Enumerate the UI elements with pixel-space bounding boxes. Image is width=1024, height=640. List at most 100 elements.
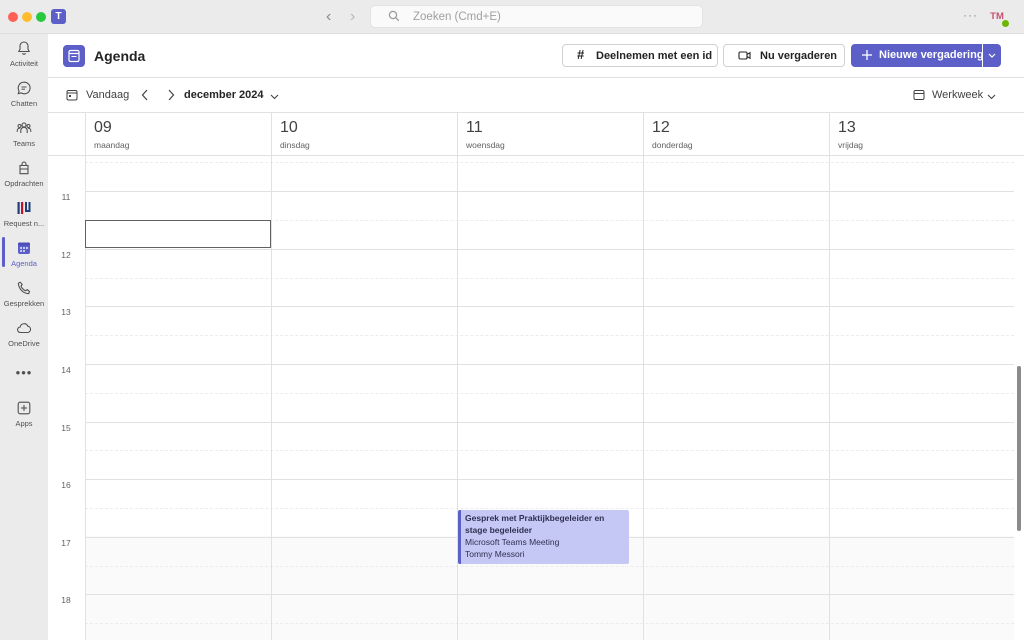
day-name: woensdag xyxy=(466,140,505,150)
hour-label: 17 xyxy=(61,538,71,548)
zoom-window-button[interactable] xyxy=(36,12,46,22)
bell-icon xyxy=(17,41,31,55)
rail-label: Request n... xyxy=(3,219,45,228)
close-window-button[interactable] xyxy=(8,12,18,22)
rail-item-onedrive[interactable]: OneDrive xyxy=(0,320,48,348)
teams-icon xyxy=(16,122,32,133)
hour-label: 11 xyxy=(61,192,71,202)
day-name: maandag xyxy=(94,140,130,150)
day-header-friday[interactable]: 13 vrijdag xyxy=(829,113,1014,156)
week-view-icon xyxy=(913,90,925,100)
rail-label: Gesprekken xyxy=(3,299,45,308)
hour-label: 16 xyxy=(61,480,71,490)
hour-line xyxy=(85,249,1014,250)
rail-item-gesprekken[interactable]: Gesprekken xyxy=(0,280,48,308)
rail-label: Apps xyxy=(15,419,33,428)
day-column-divider xyxy=(829,156,830,640)
hour-line xyxy=(85,191,1014,192)
calendar-app-icon xyxy=(63,45,85,67)
forward-arrow-icon[interactable]: › xyxy=(350,8,355,26)
new-meeting-dropdown-button[interactable] xyxy=(983,44,1001,67)
calendar-icon xyxy=(18,242,30,254)
add-apps-icon xyxy=(17,401,31,415)
meet-now-button[interactable]: Nu vergaderen xyxy=(723,44,845,67)
day-header-monday[interactable]: 09 maandag xyxy=(85,113,271,156)
half-hour-line xyxy=(85,450,1014,451)
half-hour-line xyxy=(85,566,1014,567)
day-column-divider xyxy=(643,156,644,640)
day-number: 13 xyxy=(838,119,856,136)
new-meeting-label: Nieuwe vergadering xyxy=(879,49,984,61)
previous-week-icon[interactable] xyxy=(141,89,149,101)
half-hour-line xyxy=(85,393,1014,394)
hour-line xyxy=(85,422,1014,423)
hour-label: 13 xyxy=(61,307,71,317)
selected-time-slot[interactable] xyxy=(85,220,271,248)
rail-item-agenda[interactable]: Agenda xyxy=(0,240,48,268)
half-hour-line xyxy=(85,278,1014,279)
view-switcher[interactable]: Werkweek xyxy=(913,86,1003,106)
rail-label: Agenda xyxy=(11,259,37,268)
search-input[interactable]: Zoeken (Cmd+E) xyxy=(370,5,703,28)
calendar-pane: Agenda # Deelnemen met een id Nu vergade… xyxy=(48,34,1024,640)
event-location: Microsoft Teams Meeting xyxy=(465,537,560,547)
day-number: 09 xyxy=(94,119,112,136)
hu-app-icon xyxy=(17,202,31,214)
page-title: Agenda xyxy=(94,48,146,64)
cloud-icon xyxy=(17,323,32,334)
app-rail: Activiteit Chatten Teams Opdrachten Requ… xyxy=(0,34,48,640)
teams-logo-icon: T xyxy=(51,9,66,24)
chevron-down-icon xyxy=(987,94,996,100)
hour-line xyxy=(85,306,1014,307)
day-column-divider xyxy=(457,156,458,640)
today-label: Vandaag xyxy=(86,89,130,101)
video-camera-icon xyxy=(738,51,751,60)
hour-label: 12 xyxy=(61,250,71,260)
more-apps-button[interactable]: ••• xyxy=(0,364,48,382)
next-week-icon[interactable] xyxy=(167,89,175,101)
chat-icon xyxy=(17,81,31,95)
join-with-id-button[interactable]: # Deelnemen met een id xyxy=(562,44,718,67)
new-meeting-button[interactable]: Nieuwe vergadering xyxy=(851,44,984,67)
rail-label: OneDrive xyxy=(8,339,40,348)
day-header-wednesday[interactable]: 11 woensdag xyxy=(457,113,643,156)
day-column-divider xyxy=(271,156,272,640)
half-hour-line xyxy=(85,623,1014,624)
search-placeholder: Zoeken (Cmd+E) xyxy=(413,11,501,23)
rail-item-teams[interactable]: Teams xyxy=(0,120,48,148)
more-options-icon[interactable]: ··· xyxy=(963,8,978,22)
minimize-window-button[interactable] xyxy=(22,12,32,22)
rail-item-apps[interactable]: Apps xyxy=(0,400,48,428)
rail-label: Opdrachten xyxy=(4,179,44,188)
more-dots-icon: ••• xyxy=(15,365,33,380)
scrollbar-thumb[interactable] xyxy=(1017,366,1021,531)
month-picker[interactable]: december 2024 xyxy=(184,86,284,106)
day-header-thursday[interactable]: 12 donderdag xyxy=(643,113,829,156)
day-header-tuesday[interactable]: 10 dinsdag xyxy=(271,113,457,156)
day-name: donderdag xyxy=(652,140,693,150)
phone-icon xyxy=(17,281,31,295)
half-hour-line xyxy=(85,335,1014,336)
rail-item-chatten[interactable]: Chatten xyxy=(0,80,48,108)
presence-status-icon xyxy=(1001,19,1010,28)
hour-line xyxy=(85,594,1014,595)
time-grid: 11 12 13 14 15 16 17 18 Gesprek met Prak… xyxy=(48,156,1014,640)
rail-item-opdrachten[interactable]: Opdrachten xyxy=(0,160,48,188)
day-number: 11 xyxy=(466,119,483,136)
calendar-header: Agenda # Deelnemen met een id Nu vergade… xyxy=(48,34,1024,78)
join-with-id-label: Deelnemen met een id xyxy=(596,50,713,62)
calendar-event[interactable]: Gesprek met Praktijkbegeleider en stage … xyxy=(458,510,629,564)
calendar-today-icon xyxy=(66,90,78,101)
chevron-down-icon xyxy=(270,94,279,100)
hour-label: 15 xyxy=(61,423,71,433)
event-organizer: Tommy Messori xyxy=(465,549,525,559)
rail-item-request[interactable]: Request n... xyxy=(0,200,48,228)
meet-now-label: Nu vergaderen xyxy=(760,50,838,62)
day-name: dinsdag xyxy=(280,140,310,150)
back-arrow-icon[interactable]: ‹ xyxy=(326,8,331,26)
half-hour-line xyxy=(85,162,1014,163)
today-button[interactable]: Vandaag xyxy=(66,86,136,106)
calendar-toolbar: Vandaag december 2024 Werkweek xyxy=(48,78,1024,113)
rail-item-activiteit[interactable]: Activiteit xyxy=(0,40,48,68)
hour-label: 14 xyxy=(61,365,71,375)
